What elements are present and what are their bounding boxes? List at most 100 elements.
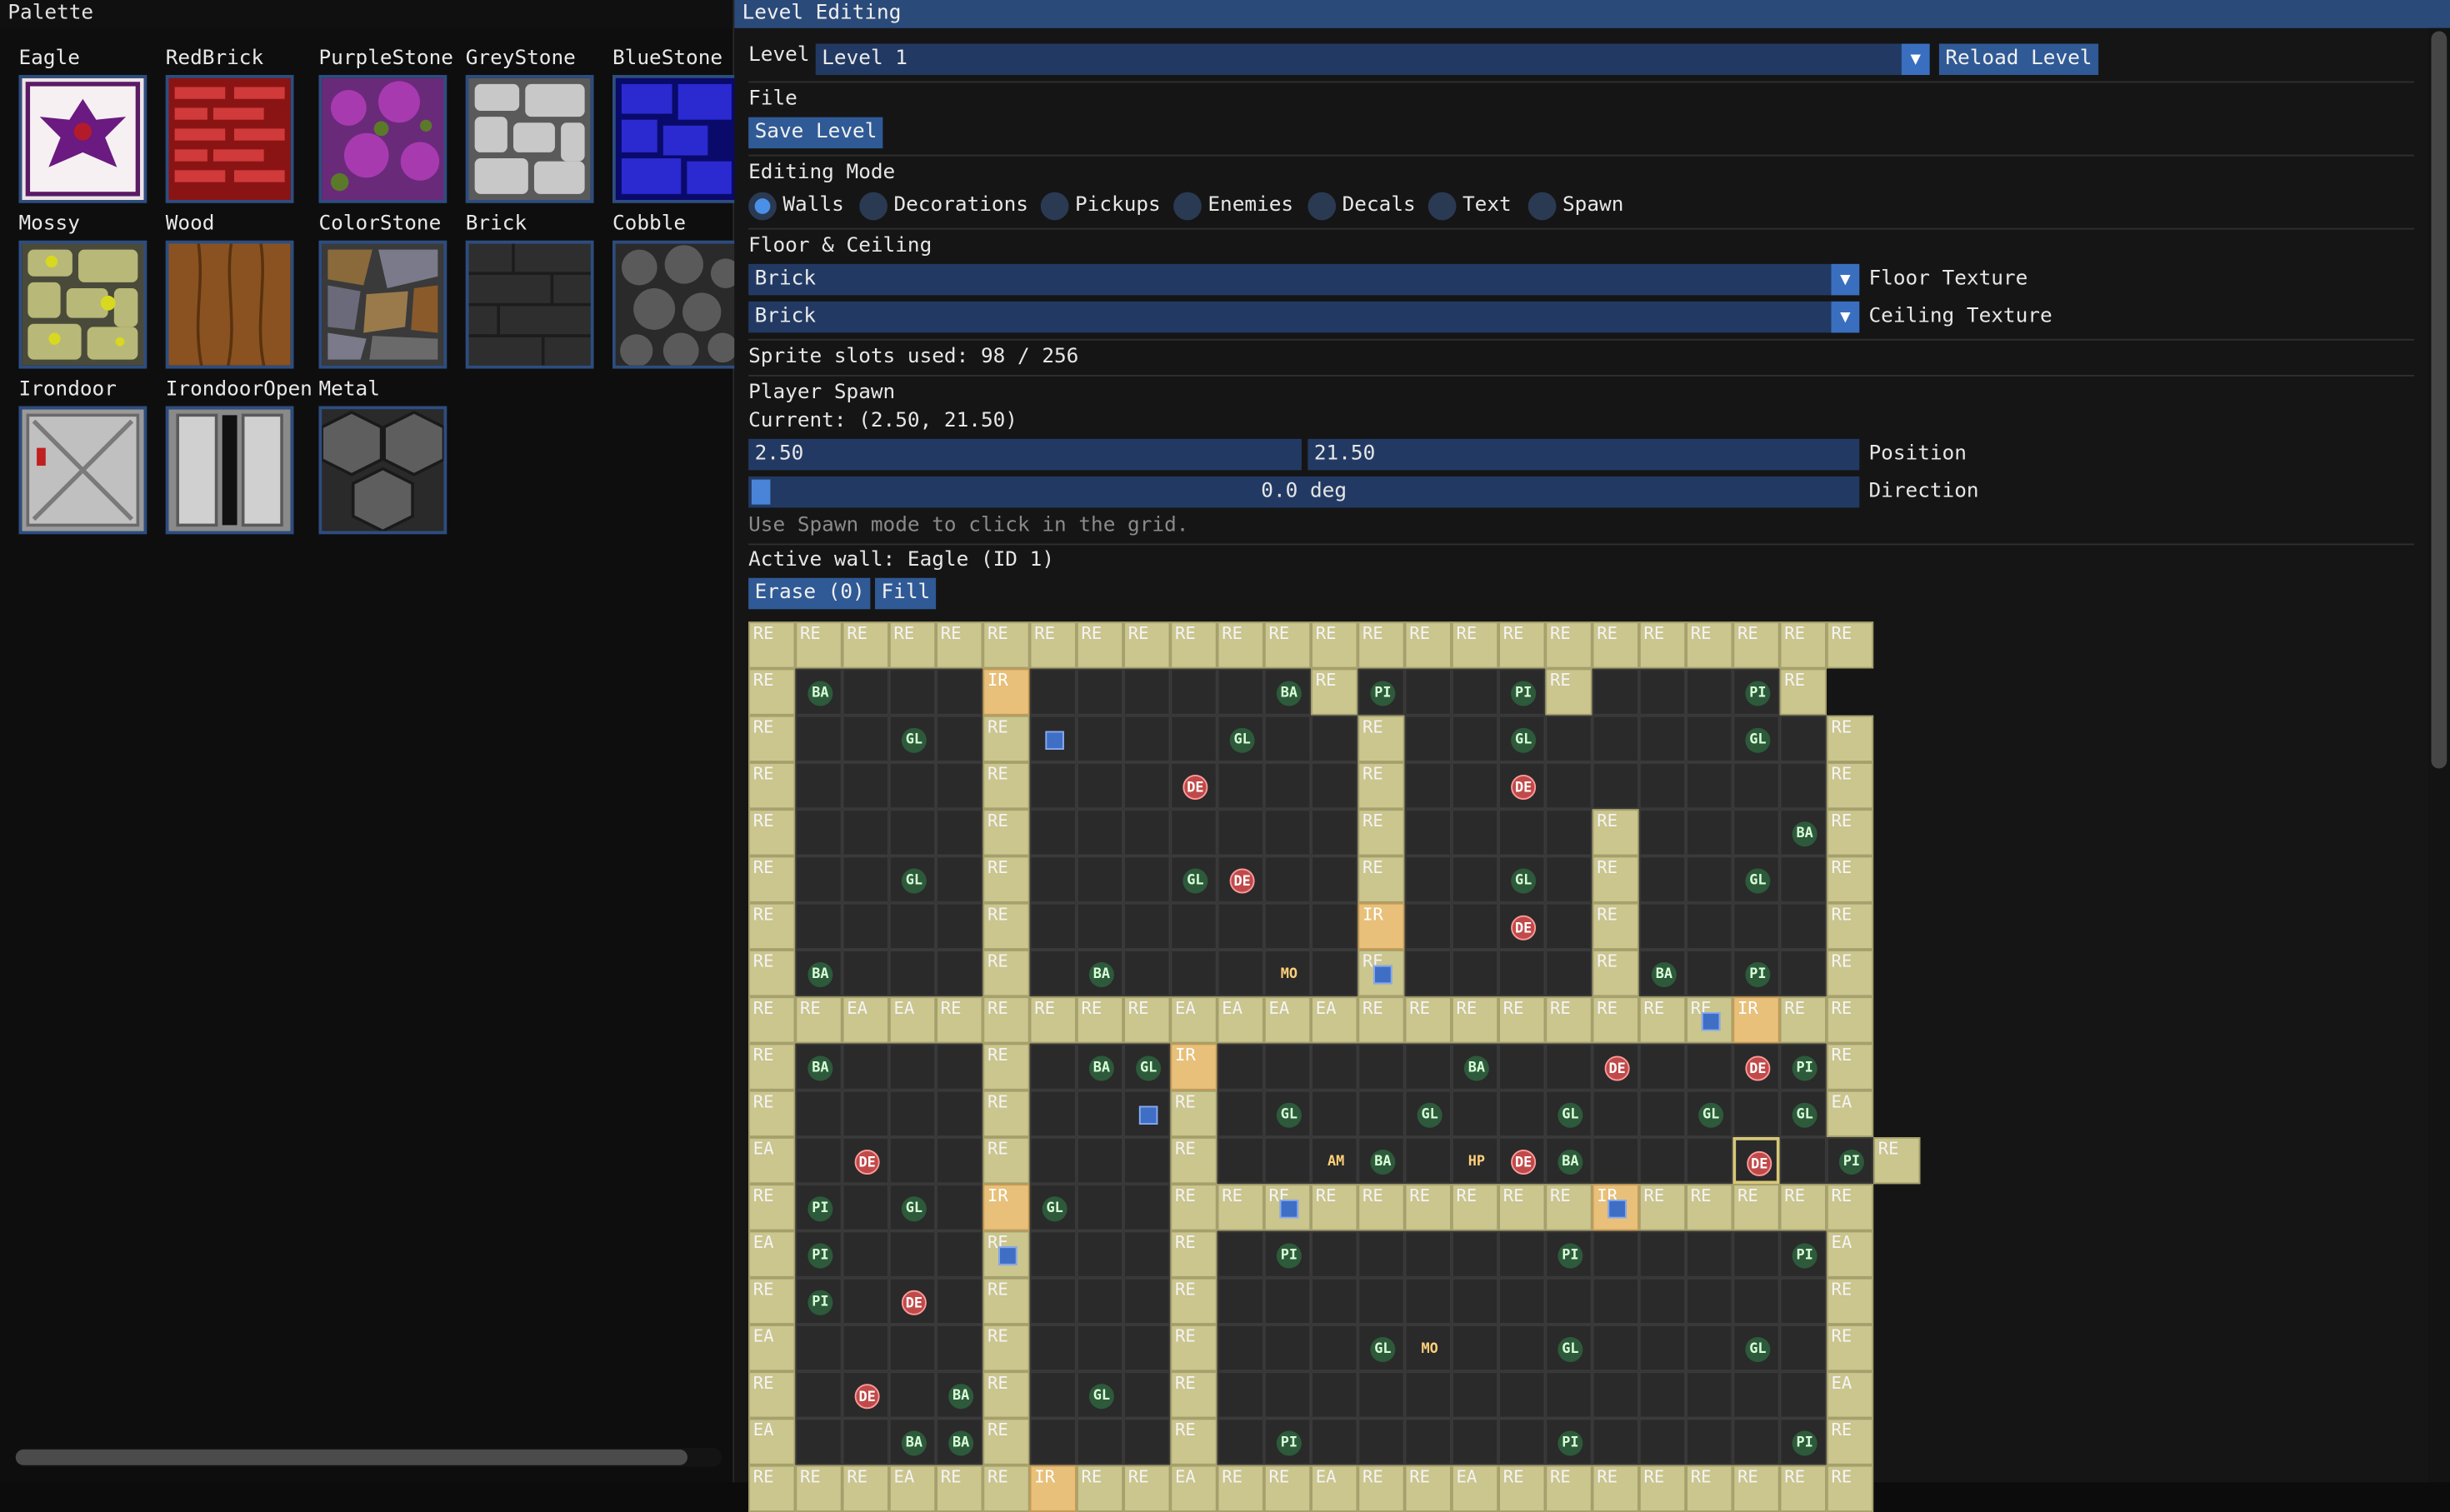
grid-cell[interactable] [1404,809,1452,856]
grid-cell[interactable]: RE [748,762,796,810]
grid-cell[interactable] [936,1090,983,1137]
wood-texture[interactable] [165,240,294,369]
chevron-down-icon[interactable]: ▼ [1831,263,1860,296]
grid-cell[interactable] [1404,856,1452,903]
grid-cell[interactable] [936,1043,983,1090]
grid-cell[interactable] [842,668,889,716]
grid-cell[interactable] [1029,856,1077,903]
metal-texture[interactable] [318,406,448,535]
grid-cell[interactable] [1498,1371,1546,1419]
grid-cell[interactable]: DE [1498,902,1546,950]
spawn-x-input[interactable]: 2.50 [748,438,1302,471]
grid-cell[interactable] [1638,715,1687,762]
grid-cell[interactable]: RE [748,715,796,762]
grid-cell[interactable]: RE [748,856,796,903]
ceiling-texture-select[interactable]: Brick ▼ [748,301,1860,333]
grid-cell[interactable] [936,950,983,997]
irondoor-texture[interactable] [18,406,148,535]
grid-cell[interactable]: EA [748,1418,796,1465]
grid-cell[interactable] [1732,1418,1780,1465]
grid-cell[interactable]: RE [982,1043,1030,1090]
palette-item-redbrick[interactable]: RedBrick [165,47,316,203]
grid-cell[interactable]: RE [1826,621,1874,669]
grid-cell[interactable] [1123,1090,1171,1137]
grid-cell[interactable] [1358,1090,1405,1137]
grid-cell[interactable]: EA [1826,1090,1874,1137]
grid-cell[interactable] [1076,1090,1124,1137]
grid-cell[interactable]: BA [795,668,842,716]
grid-cell[interactable] [1686,950,1733,997]
grid-cell[interactable]: RE [748,950,796,997]
grid-cell[interactable]: RE [1826,809,1874,856]
grid-cell[interactable] [842,1418,889,1465]
grid-cell[interactable] [1311,762,1358,810]
grid-cell[interactable]: RE [1358,856,1405,903]
grid-cell[interactable]: RE [1076,1465,1124,1512]
grid-cell[interactable]: GL [1732,856,1780,903]
grid-cell[interactable] [1404,1230,1452,1278]
grid-cell[interactable]: PI [1263,1418,1312,1465]
grid-cell[interactable] [1638,902,1687,950]
grid-cell[interactable]: GL [1498,715,1546,762]
grid-cell[interactable]: RE [1592,856,1639,903]
grid-cell[interactable] [1217,1371,1264,1419]
grid-cell[interactable] [1076,809,1124,856]
grid-cell[interactable] [1217,809,1264,856]
grid-cell[interactable]: RE [1498,1465,1546,1512]
grid-cell[interactable] [1638,856,1687,903]
grid-cell[interactable] [1592,1371,1639,1419]
grid-cell[interactable]: RE [1076,996,1124,1044]
grid-cell[interactable] [1263,809,1312,856]
palette-item-eagle[interactable]: Eagle [18,47,169,203]
grid-cell[interactable]: RE [1498,996,1546,1044]
grid-cell[interactable] [1638,1137,1687,1185]
grid-cell[interactable] [1311,1418,1358,1465]
grid-cell[interactable]: RE [1076,621,1124,669]
grid-cell[interactable]: BA [795,1043,842,1090]
grid-cell[interactable] [1686,809,1733,856]
grid-cell[interactable] [795,1418,842,1465]
grid-cell[interactable] [1451,1418,1499,1465]
grid-cell[interactable]: RE [1358,1465,1405,1512]
grid-cell[interactable]: RE [1123,1465,1171,1512]
grid-cell[interactable]: RE [1123,996,1171,1044]
grid-cell[interactable]: RE [982,621,1030,669]
grid-cell[interactable]: EA [1311,1465,1358,1512]
eagle-texture[interactable] [18,75,148,203]
grid-cell[interactable]: IR [1592,1184,1639,1231]
bluestone-texture[interactable] [612,75,741,203]
grid-cell[interactable]: RE [1592,950,1639,997]
grid-cell[interactable]: RE [1263,621,1312,669]
grid-cell[interactable] [1545,762,1592,810]
grid-cell[interactable]: BA [936,1371,983,1419]
grid-cell[interactable] [1404,762,1452,810]
mossy-texture[interactable] [18,240,148,369]
grid-cell[interactable] [1263,856,1312,903]
grid-cell[interactable] [842,1277,889,1325]
grid-cell[interactable] [795,762,842,810]
save-level-button[interactable]: Save Level [748,117,883,149]
grid-cell[interactable]: GL [1686,1090,1733,1137]
grid-cell[interactable]: GL [1029,1184,1077,1231]
grid-cell[interactable]: BA [1358,1137,1405,1185]
grid-cell[interactable]: RE [748,1090,796,1137]
grid-cell[interactable]: RE [982,1371,1030,1419]
grid-cell[interactable]: RE [1311,1184,1358,1231]
grid-cell[interactable] [1358,1043,1405,1090]
direction-slider[interactable]: 0.0 deg [748,476,1860,508]
grid-cell[interactable]: RE [1638,996,1687,1044]
grid-cell[interactable]: RE [1170,621,1218,669]
grid-cell[interactable] [1123,668,1171,716]
grid-cell[interactable]: RE [1592,621,1639,669]
grid-cell[interactable]: MO [1263,950,1312,997]
grid-cell[interactable] [1638,668,1687,716]
grid-cell[interactable] [1686,762,1733,810]
grid-cell[interactable] [1311,1230,1358,1278]
grid-cell[interactable] [1217,1325,1264,1372]
grid-cell[interactable]: GL [1170,856,1218,903]
grid-cell[interactable]: IR [1170,1043,1218,1090]
grid-cell[interactable]: DE [888,1277,937,1325]
grid-cell[interactable] [842,1325,889,1372]
grid-cell[interactable] [1451,715,1499,762]
grid-cell[interactable] [1076,668,1124,716]
